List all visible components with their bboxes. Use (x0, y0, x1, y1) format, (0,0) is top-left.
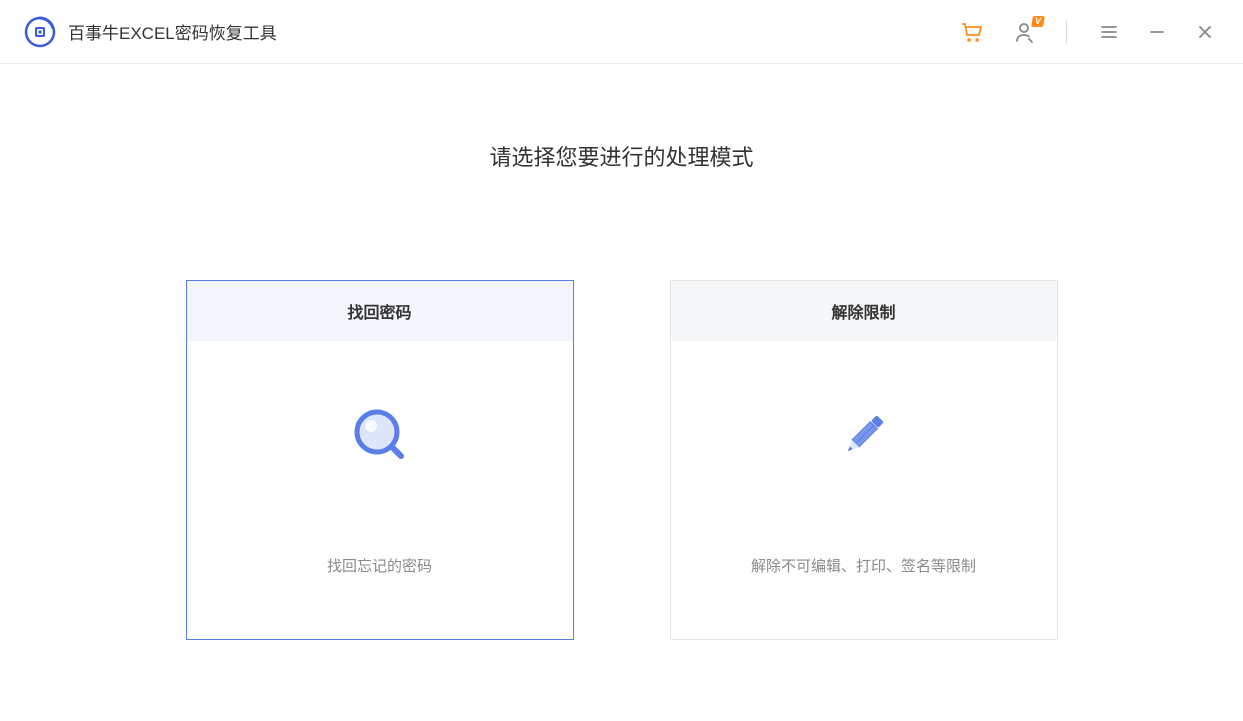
titlebar: 百事牛EXCEL密码恢复工具 V (0, 0, 1243, 64)
titlebar-right: V (958, 18, 1219, 46)
vip-badge-icon: V (1031, 16, 1045, 27)
mode-cards-row: 找回密码 找回忘记的密码 解除限制 (186, 280, 1058, 640)
cart-icon (959, 19, 985, 45)
card-description: 找回忘记的密码 (327, 555, 432, 576)
titlebar-left: 百事牛EXCEL密码恢复工具 (24, 16, 277, 48)
mode-card-recover-password[interactable]: 找回密码 找回忘记的密码 (186, 280, 574, 640)
page-heading: 请选择您要进行的处理模式 (489, 140, 753, 172)
cart-button[interactable] (958, 18, 986, 46)
titlebar-divider (1066, 20, 1067, 44)
card-body: 找回忘记的密码 (187, 341, 573, 639)
mode-card-remove-restriction[interactable]: 解除限制 解除不可编辑、打印、签名等限制 (670, 280, 1058, 640)
app-logo-icon (24, 16, 56, 48)
close-button[interactable] (1191, 18, 1219, 46)
minimize-icon (1148, 23, 1166, 41)
main-content: 请选择您要进行的处理模式 找回密码 找回忘记的密码 解除 (0, 64, 1243, 640)
window-controls (1095, 18, 1219, 46)
card-title: 找回密码 (347, 299, 411, 323)
pencil-icon (834, 405, 894, 465)
menu-button[interactable] (1095, 18, 1123, 46)
card-body: 解除不可编辑、打印、签名等限制 (671, 341, 1057, 639)
close-icon (1196, 23, 1214, 41)
minimize-button[interactable] (1143, 18, 1171, 46)
account-button[interactable]: V (1010, 18, 1038, 46)
card-description: 解除不可编辑、打印、签名等限制 (751, 555, 976, 576)
hamburger-icon (1099, 22, 1119, 42)
card-header: 解除限制 (671, 281, 1057, 341)
magnifier-icon (350, 405, 410, 465)
card-title: 解除限制 (831, 299, 895, 323)
card-header: 找回密码 (187, 281, 573, 341)
app-title: 百事牛EXCEL密码恢复工具 (68, 19, 277, 44)
